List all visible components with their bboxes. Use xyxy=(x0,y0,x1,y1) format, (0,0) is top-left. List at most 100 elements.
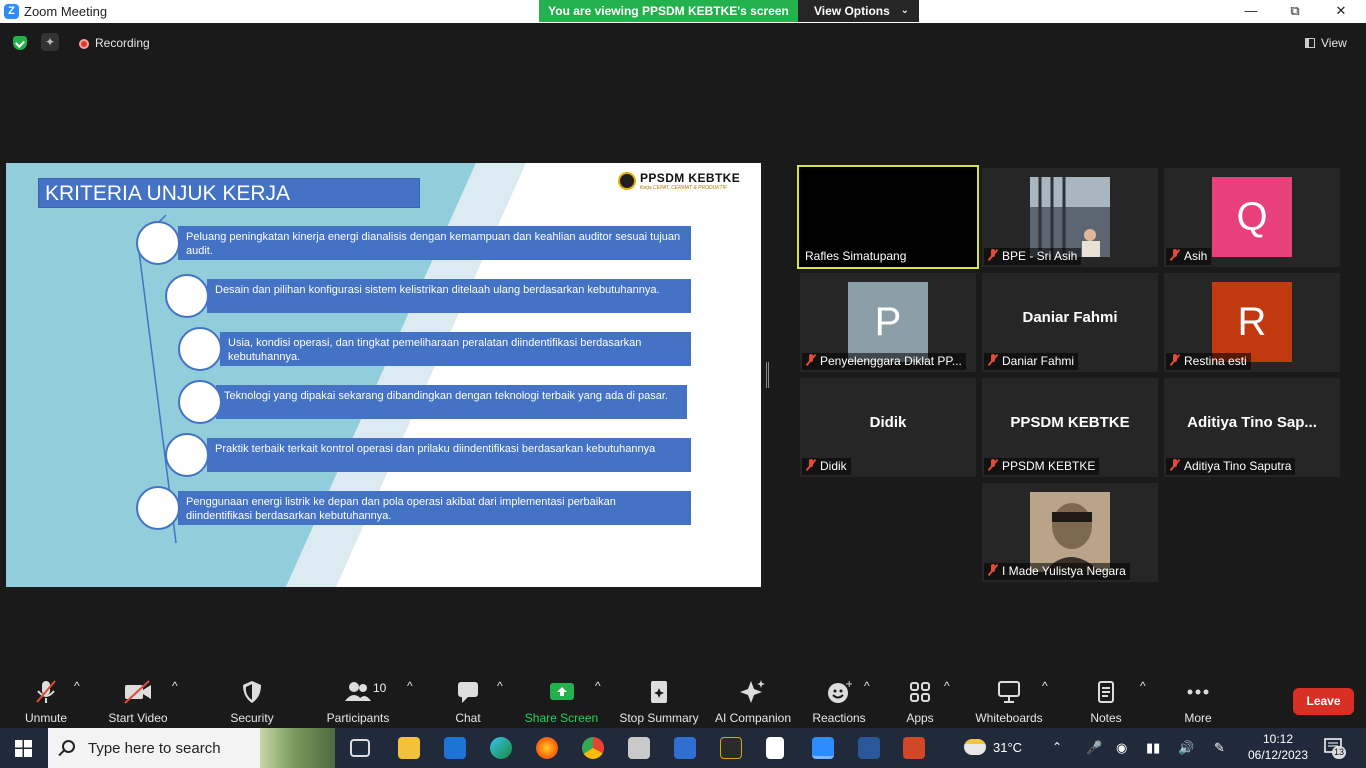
smiley-glyph: + xyxy=(828,679,853,703)
chat-options-caret[interactable]: ^ xyxy=(497,679,503,693)
notes-button[interactable]: Notes xyxy=(1084,679,1128,725)
criterion-5-bubble xyxy=(165,433,209,477)
battery-icon[interactable]: ▮▮ xyxy=(1146,740,1160,756)
search-highlight-image xyxy=(260,728,335,768)
printer-app-icon[interactable] xyxy=(628,737,650,759)
pen-icon[interactable]: ✎ xyxy=(1214,740,1225,756)
word-icon[interactable] xyxy=(858,737,880,759)
meeting-toolbar: Unmute ^ Start Video ^ Security 10 Parti… xyxy=(0,671,1366,728)
shared-screen: KRITERIA UNJUK KERJA PPSDM KEBTKE Kerja … xyxy=(6,163,761,587)
taskbar-clock[interactable]: 10:12 06/12/2023 xyxy=(1246,731,1310,763)
mic-muted-icon xyxy=(988,459,998,471)
security-label: Security xyxy=(230,711,274,725)
windows-logo-glyph xyxy=(15,740,32,757)
participants-options-caret[interactable]: ^ xyxy=(407,679,413,693)
participant-tile[interactable]: R Restina esti xyxy=(1164,273,1340,372)
ai-sparkle-icon[interactable]: ✦ xyxy=(41,33,59,51)
camera-tray-icon[interactable]: ◉ xyxy=(1116,740,1127,756)
weather-temperature[interactable]: 31°C xyxy=(993,740,1022,755)
firefox-icon[interactable] xyxy=(536,737,558,759)
participant-tile[interactable]: P Penyelenggara Diklat PP... xyxy=(800,273,976,372)
participant-tile[interactable]: Q Asih xyxy=(1164,168,1340,267)
participant-tile[interactable]: Rafles Simatupang xyxy=(797,165,979,269)
recording-label[interactable]: Recording xyxy=(95,36,150,50)
apps-button[interactable]: Apps xyxy=(900,679,940,725)
participant-tile[interactable]: PPSDM KEBTKE PPSDM KEBTKE xyxy=(982,378,1158,477)
participant-avatar: R xyxy=(1212,282,1292,362)
volume-icon[interactable]: 🔊 xyxy=(1178,740,1194,756)
participant-name: PPSDM KEBTKE xyxy=(984,458,1100,475)
reactions-smiley-icon: + xyxy=(810,679,868,705)
unmute-label: Unmute xyxy=(24,711,68,725)
search-icon xyxy=(62,740,75,753)
task-view-icon[interactable] xyxy=(350,739,370,757)
mic-muted-icon xyxy=(806,459,816,471)
participant-tile[interactable]: BPE - Sri Asih xyxy=(982,168,1158,267)
unmute-button[interactable]: Unmute xyxy=(18,679,74,725)
stop-summary-button[interactable]: Stop Summary xyxy=(616,679,702,725)
chrome-icon[interactable] xyxy=(582,737,604,759)
windows-taskbar: Type here to search 31°C ⌃ 🎤 ◉ ▮▮ 🔊 ✎ 10… xyxy=(0,728,1366,768)
whiteboards-button[interactable]: Whiteboards xyxy=(972,679,1046,725)
audio-options-caret[interactable]: ^ xyxy=(74,679,80,693)
participant-tile[interactable]: I Made Yulistya Negara xyxy=(982,483,1158,582)
video-off-icon xyxy=(106,679,170,705)
app-icon[interactable] xyxy=(720,737,742,759)
brand-name: PPSDM KEBTKE xyxy=(640,171,741,185)
criterion-4-bubble xyxy=(178,380,222,424)
maximize-button[interactable]: ⧉ xyxy=(1272,0,1318,23)
reactions-options-caret[interactable]: ^ xyxy=(864,679,870,693)
whiteboards-options-caret[interactable]: ^ xyxy=(1042,679,1048,693)
participant-name: BPE - Sri Asih xyxy=(984,248,1082,265)
chevron-down-icon: ⌄ xyxy=(900,5,909,16)
participant-name: I Made Yulistya Negara xyxy=(984,563,1130,580)
powerpoint-icon[interactable] xyxy=(903,737,925,759)
participants-button[interactable]: 10 Participants xyxy=(323,679,393,725)
participant-avatar: P xyxy=(848,282,928,362)
start-video-button[interactable]: Start Video xyxy=(106,679,170,725)
brand-tagline: Kerja CEPAT, CERMAT & PRODUKTIF xyxy=(640,185,728,191)
apps-options-caret[interactable]: ^ xyxy=(944,679,950,693)
leave-button[interactable]: Leave xyxy=(1293,688,1354,715)
video-options-caret[interactable]: ^ xyxy=(172,679,178,693)
close-button[interactable]: ✕ xyxy=(1318,0,1364,23)
store-icon[interactable] xyxy=(674,737,696,759)
mail-icon[interactable] xyxy=(444,737,466,759)
tray-chevron-up-icon[interactable]: ⌃ xyxy=(1052,740,1062,754)
panel-splitter-handle[interactable] xyxy=(766,362,769,388)
reactions-button[interactable]: + Reactions xyxy=(810,679,868,725)
file-explorer-icon[interactable] xyxy=(398,737,420,759)
minimize-button[interactable]: — xyxy=(1228,0,1274,23)
edge-browser-icon[interactable] xyxy=(490,737,512,759)
microphone-tray-icon[interactable]: 🎤 xyxy=(1086,740,1102,756)
security-button[interactable]: Security xyxy=(228,679,276,725)
zoom-taskbar-icon[interactable] xyxy=(812,737,834,759)
more-button[interactable]: More xyxy=(1176,679,1220,725)
share-screen-button[interactable]: Share Screen xyxy=(524,679,599,725)
mic-muted-icon xyxy=(1170,249,1180,261)
ai-companion-button[interactable]: AI Companion xyxy=(712,679,794,725)
notes-options-caret[interactable]: ^ xyxy=(1140,679,1146,693)
weather-icon[interactable] xyxy=(964,739,986,755)
mic-muted-icon xyxy=(18,679,74,705)
profile-photo xyxy=(1030,492,1110,572)
participant-tile[interactable]: Aditiya Tino Sap... Aditiya Tino Saputra xyxy=(1164,378,1340,477)
share-options-caret[interactable]: ^ xyxy=(595,679,601,693)
participant-tile[interactable]: Didik Didik xyxy=(800,378,976,477)
document-icon[interactable] xyxy=(766,737,784,759)
taskbar-search-box[interactable]: Type here to search xyxy=(48,728,335,768)
apps-icon xyxy=(900,679,940,705)
view-button[interactable]: View xyxy=(1305,36,1347,50)
notes-glyph xyxy=(1098,681,1114,703)
chat-button[interactable]: Chat xyxy=(448,679,488,725)
mic-muted-icon xyxy=(1170,354,1180,366)
participant-tile[interactable]: Daniar Fahmi Daniar Fahmi xyxy=(982,273,1158,372)
encryption-shield-icon[interactable] xyxy=(13,36,27,50)
windows-start-icon[interactable] xyxy=(15,740,32,757)
people-glyph xyxy=(345,682,371,701)
view-options-button[interactable]: View Options ⌄ xyxy=(798,0,919,22)
ai-companion-sparkle-icon xyxy=(712,679,794,705)
notification-center-icon[interactable]: 13 xyxy=(1324,737,1346,759)
summary-icon xyxy=(616,679,702,705)
ai-companion-label: AI Companion xyxy=(714,711,792,725)
